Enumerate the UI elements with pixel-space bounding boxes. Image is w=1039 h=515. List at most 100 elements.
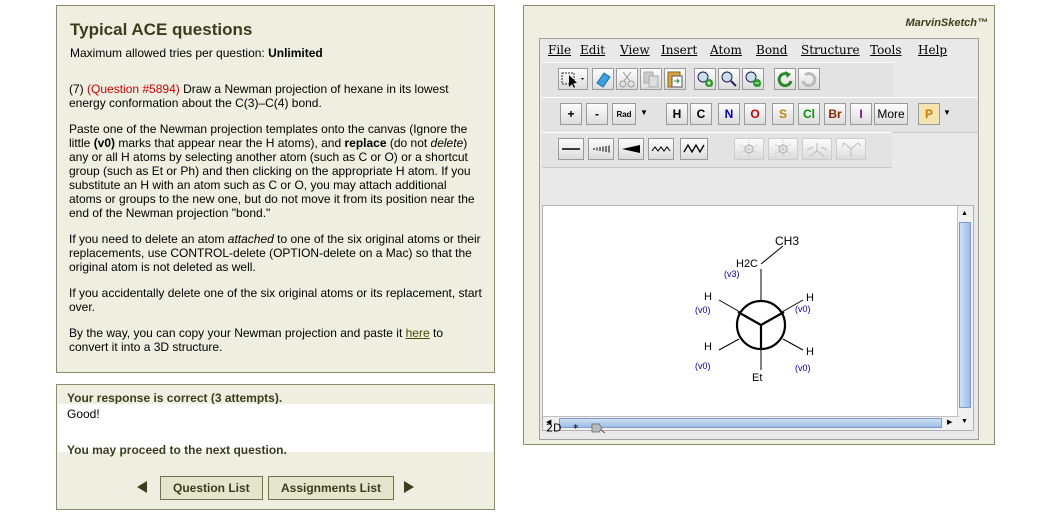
cut-icon[interactable] [616, 68, 638, 90]
menu-tools[interactable]: Tools [870, 43, 902, 57]
drawing-canvas[interactable]: CH3 H2C (v3) H (v0) H (v0) H (v0) H (v0)… [542, 205, 974, 431]
proceed-message: You may proceed to the next question. [67, 443, 287, 457]
bond-toolbar [542, 132, 892, 168]
zoom-out-icon[interactable] [742, 68, 764, 90]
assignments-list-button[interactable]: Assignments List [268, 476, 395, 500]
hashed-bond-icon[interactable] [588, 138, 614, 160]
edit-toolbar [542, 62, 894, 98]
radical-dropdown-icon[interactable]: ▼ [639, 103, 649, 125]
element-br-button[interactable]: Br [824, 103, 846, 125]
max-tries-label: Maximum allowed tries per question: [70, 46, 265, 60]
instr-text-3: (do not [386, 136, 431, 150]
instructions-paste: Paste one of the Newman projection templ… [69, 122, 482, 220]
v3-label: (v3) [724, 269, 740, 279]
element-s-button[interactable]: S [772, 103, 794, 125]
navigation-bar: Question List Assignments List [57, 474, 494, 506]
page-title: Typical ACE questions [70, 20, 253, 39]
ch3-label: CH3 [775, 234, 800, 248]
undo-icon[interactable] [774, 68, 796, 90]
periodic-table-button[interactable]: P [918, 103, 940, 125]
h-upper-left-label: H [704, 291, 712, 303]
copy-icon[interactable] [640, 68, 662, 90]
question-list-button[interactable]: Question List [160, 476, 263, 500]
menu-edit[interactable]: Edit [580, 43, 605, 57]
vertical-scrollbar[interactable]: ▲ ▼ [957, 206, 973, 430]
v0-lower-left-label: (v0) [695, 361, 711, 371]
menu-help[interactable]: Help [918, 43, 947, 57]
element-o-button[interactable]: O [744, 103, 766, 125]
menu-insert[interactable]: Insert [661, 43, 697, 57]
redo-icon[interactable] [798, 68, 820, 90]
et-label: Et [752, 372, 763, 384]
increase-charge-button[interactable]: + [560, 103, 582, 125]
newman-template-4-icon[interactable] [836, 138, 866, 160]
chain-icon[interactable] [680, 138, 708, 160]
newman-template-1-icon[interactable] [734, 138, 764, 160]
clean-icon[interactable] [590, 420, 606, 437]
menu-structure[interactable]: Structure [801, 43, 860, 57]
menu-bond[interactable]: Bond [756, 43, 787, 57]
element-c-button[interactable]: C [690, 103, 712, 125]
h-lower-left-label: H [704, 341, 712, 353]
menu-bar: File Edit View Insert Atom Bond Structur… [540, 39, 978, 61]
periodic-dropdown-icon[interactable]: ▼ [942, 103, 952, 125]
element-h-button[interactable]: H [666, 103, 688, 125]
single-bond-icon[interactable] [558, 138, 584, 160]
max-tries-value: Unlimited [268, 46, 323, 60]
scroll-up-icon[interactable]: ▲ [961, 210, 968, 217]
decrease-charge-button[interactable]: - [586, 103, 608, 125]
question-statement: (7) (Question #5894) Draw a Newman proje… [69, 82, 482, 110]
more-elements-button[interactable]: More [874, 103, 908, 125]
wedge-bond-icon[interactable] [618, 138, 644, 160]
instructions-3d: By the way, you can copy your Newman pro… [69, 326, 482, 354]
next-arrow-icon[interactable] [404, 481, 414, 493]
marvin-panel: MarvinSketch™ File Edit View Insert Atom… [523, 5, 995, 445]
feedback-panel: Your response is correct (3 attempts). G… [56, 384, 495, 510]
feedback-message: Good! [67, 407, 100, 421]
menu-view[interactable]: View [620, 43, 650, 57]
element-n-button[interactable]: N [718, 103, 740, 125]
newman-template-3-icon[interactable] [802, 138, 832, 160]
instr-replace: replace [344, 136, 387, 150]
zoom-in-icon[interactable] [694, 68, 716, 90]
3d-text-1: By the way, you can copy your Newman pro… [69, 326, 406, 340]
instr-v0: (v0) [93, 136, 116, 150]
eraser-icon[interactable] [592, 68, 614, 90]
element-cl-button[interactable]: Cl [798, 103, 820, 125]
atom-toolbar: + - Rad ▼ H C N O S Cl Br I More P ▼ [542, 97, 978, 133]
previous-arrow-icon[interactable] [137, 481, 147, 493]
question-number: (7) [69, 82, 84, 96]
instr-text-2: marks that appear near the H atoms), and [115, 136, 345, 150]
paste-icon[interactable] [664, 68, 686, 90]
zoom-all-icon[interactable] [718, 68, 740, 90]
vertical-scroll-thumb[interactable] [959, 222, 971, 408]
menu-file[interactable]: File [548, 43, 571, 57]
delete-attached: attached [227, 232, 274, 246]
marvin-applet: File Edit View Insert Atom Bond Structur… [539, 38, 979, 440]
v0-upper-right-label: (v0) [795, 304, 811, 314]
question-id: (Question #5894) [87, 82, 180, 96]
newman-template-2-icon[interactable] [768, 138, 798, 160]
menu-atom[interactable]: Atom [710, 43, 742, 57]
marvin-brand: MarvinSketch™ [905, 17, 988, 29]
3d-here-link[interactable]: here [406, 326, 430, 340]
instructions-delete: If you need to delete an atom attached t… [69, 232, 482, 274]
question-panel: Typical ACE questions Maximum allowed tr… [56, 5, 495, 373]
v0-upper-left-label: (v0) [695, 305, 711, 315]
wavy-bond-icon[interactable] [648, 138, 674, 160]
scroll-down-icon[interactable]: ▼ [961, 418, 968, 425]
select-tool-icon[interactable] [558, 68, 588, 90]
dimension-mode: 2D [546, 421, 562, 435]
instr-delete: delete [430, 136, 464, 150]
max-tries: Maximum allowed tries per question: Unli… [70, 46, 482, 60]
instructions-start-over: If you accidentally delete one of the si… [69, 286, 482, 314]
horizontal-scroll-thumb[interactable] [559, 418, 942, 428]
h-upper-right-label: H [806, 292, 814, 304]
scroll-right-icon[interactable]: ▶ [947, 418, 952, 426]
v0-lower-right-label: (v0) [795, 363, 811, 373]
radical-label: Rad [616, 110, 632, 119]
element-i-button[interactable]: I [850, 103, 872, 125]
modified-indicator: * [572, 421, 579, 435]
newman-projection [718, 245, 804, 370]
radical-button[interactable]: Rad [612, 103, 636, 125]
